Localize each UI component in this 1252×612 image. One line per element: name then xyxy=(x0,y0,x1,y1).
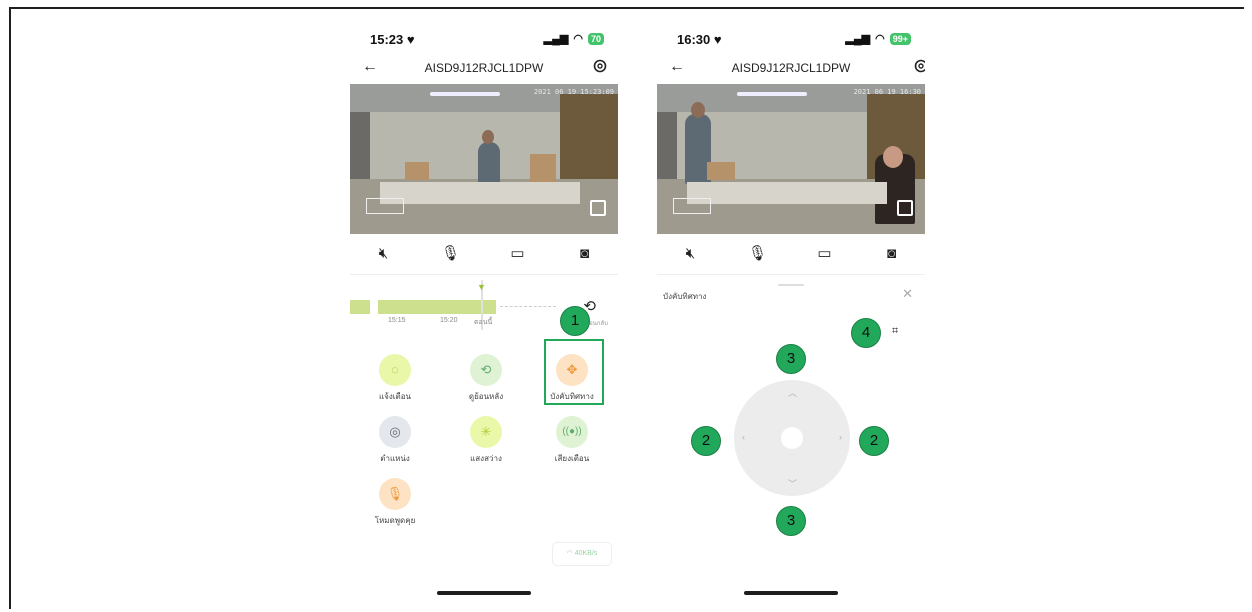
mute-icon[interactable]: 🔇︎ xyxy=(681,244,701,264)
camera-live-view[interactable]: 2021 06 19 16:30 xyxy=(657,84,925,234)
mute-icon[interactable]: 🔇︎ xyxy=(374,244,394,264)
feature-label: แจ้งเตือน xyxy=(379,392,411,401)
feature-label: ดูย้อนหลัง xyxy=(468,392,504,401)
chevron-right-icon[interactable]: › xyxy=(839,432,842,442)
device-title: AISD9J12RJCL1DPW xyxy=(731,61,851,75)
timeline-label: ตอนนี้ xyxy=(474,319,493,326)
cardboard-box xyxy=(530,154,556,184)
feature-label: แสงสว่าง xyxy=(470,454,502,463)
desk xyxy=(687,182,887,204)
feature-talk-mode[interactable]: 🎙︎ โหมดพูดคุย xyxy=(360,470,430,530)
feature-label: เสียงเตือน xyxy=(554,454,590,463)
record-icon[interactable]: ▭ xyxy=(815,244,835,264)
phone-screen-left: 15:23 ♥ ▂▄▆ ◠ 70 ← AISD9J12RJCL1DPW 2021… xyxy=(350,22,618,607)
figure-frame xyxy=(9,7,1244,609)
panel-grab-handle[interactable] xyxy=(778,284,804,286)
home-indicator[interactable] xyxy=(744,591,838,595)
fullscreen-icon[interactable] xyxy=(590,200,606,216)
timeline-marker-icon: ▼ xyxy=(477,282,486,292)
direction-pad-center[interactable] xyxy=(781,427,803,449)
panel-title: บังคับทิศทาง xyxy=(663,292,707,301)
nav-bar: ← AISD9J12RJCL1DPW xyxy=(657,58,925,80)
status-time: 15:23 ♥ xyxy=(370,32,415,47)
person-head xyxy=(482,130,494,144)
snapshot-icon[interactable]: ◙ xyxy=(575,244,595,264)
camera-toolbar: 🔇︎ 🎙︎ ▭ ◙ xyxy=(350,234,618,275)
feature-label: โหมดพูดคุย xyxy=(374,516,416,525)
gear-icon[interactable] xyxy=(913,58,925,74)
feature-position[interactable]: ◎ ตำแหน่ง xyxy=(360,408,430,468)
recording-segment xyxy=(378,300,496,314)
chevron-down-icon[interactable]: ﹀ xyxy=(788,477,797,490)
nav-bar: ← AISD9J12RJCL1DPW xyxy=(350,58,618,80)
feature-siren[interactable]: ((●)) เสียงเตือน xyxy=(537,408,607,468)
snapshot-icon[interactable]: ◙ xyxy=(882,244,902,264)
direction-pad[interactable]: ︿ ﹀ ‹ › xyxy=(734,380,850,496)
recenter-icon[interactable]: ⌗ xyxy=(892,325,906,339)
battery-icon: 70 xyxy=(587,32,604,45)
camera-live-view[interactable]: 2021 06 19 15:23:09 xyxy=(350,84,618,234)
video-quality-badge[interactable] xyxy=(673,198,711,214)
status-icons: ▂▄▆ ◠ 99+ xyxy=(845,32,911,45)
feature-playback[interactable]: ⟲ ดูย้อนหลัง xyxy=(451,346,521,406)
wifi-icon: ◠ xyxy=(573,33,583,45)
status-time: 16:30 ♥ xyxy=(677,32,722,47)
person xyxy=(478,142,500,184)
callout-badge: 2 xyxy=(691,426,721,456)
home-indicator[interactable] xyxy=(437,591,531,595)
siren-icon: ((●)) xyxy=(556,416,588,448)
chevron-left-icon[interactable]: ‹ xyxy=(742,432,745,442)
person-head xyxy=(691,102,705,118)
callout-badge: 1 xyxy=(560,306,590,336)
callout-badge: 4 xyxy=(851,318,881,348)
callout-badge: 2 xyxy=(859,426,889,456)
microphone-icon[interactable]: 🎙︎ xyxy=(441,244,461,264)
device-title: AISD9J12RJCL1DPW xyxy=(424,61,544,75)
history-icon: ⟲ xyxy=(470,354,502,386)
signal-icon: ▂▄▆ xyxy=(845,33,871,45)
ceiling-light xyxy=(430,92,500,96)
microphone-icon[interactable]: 🎙︎ xyxy=(748,244,768,264)
feature-label: ตำแหน่ง xyxy=(380,454,410,463)
video-timestamp: 2021 06 19 16:30 xyxy=(853,88,921,96)
ceiling-light xyxy=(737,92,807,96)
person-head xyxy=(883,146,903,168)
feature-light[interactable]: ✳ แสงสว่าง xyxy=(451,408,521,468)
recording-segment xyxy=(350,300,370,314)
feature-notification[interactable]: ◌ แจ้งเตือน xyxy=(360,346,430,406)
wifi-icon: ◠ xyxy=(566,550,575,557)
status-icons: ▂▄▆ ◠ 70 xyxy=(544,32,604,45)
network-speed-value: 40KB/s xyxy=(574,550,598,557)
status-bar: 16:30 ♥ ▂▄▆ ◠ 99+ xyxy=(677,32,911,50)
callout-badge: 3 xyxy=(776,506,806,536)
phone-screen-right: 16:30 ♥ ▂▄▆ ◠ 99+ ← AISD9J12RJCL1DPW 202… xyxy=(657,22,925,607)
callout-badge: 3 xyxy=(776,344,806,374)
wifi-icon: ◠ xyxy=(875,33,885,45)
timeline-ticks xyxy=(500,306,556,307)
chevron-up-icon[interactable]: ︿ xyxy=(788,386,797,399)
video-timestamp: 2021 06 19 15:23:09 xyxy=(533,88,614,96)
status-bar: 15:23 ♥ ▂▄▆ ◠ 70 xyxy=(370,32,604,50)
network-speed: ◠ 40KB/s xyxy=(552,542,612,566)
cardboard-box xyxy=(405,162,429,180)
fullscreen-icon[interactable] xyxy=(897,200,913,216)
light-icon: ✳ xyxy=(470,416,502,448)
talk-icon: 🎙︎ xyxy=(379,478,411,510)
signal-icon: ▂▄▆ xyxy=(543,33,569,45)
record-icon[interactable]: ▭ xyxy=(508,244,528,264)
close-icon[interactable]: ✕ xyxy=(902,286,913,302)
battery-icon: 99+ xyxy=(889,32,911,45)
desk xyxy=(380,182,580,204)
highlight-box xyxy=(544,339,604,405)
gear-icon[interactable] xyxy=(592,58,608,74)
cardboard-box xyxy=(707,162,735,180)
video-quality-badge[interactable] xyxy=(366,198,404,214)
camera-toolbar: 🔇︎ 🎙︎ ▭ ◙ xyxy=(657,234,925,275)
timeline-label: 15:15 xyxy=(388,317,406,324)
chat-icon: ◌ xyxy=(379,354,411,386)
position-icon: ◎ xyxy=(379,416,411,448)
timeline-label: 15:20 xyxy=(440,317,458,324)
